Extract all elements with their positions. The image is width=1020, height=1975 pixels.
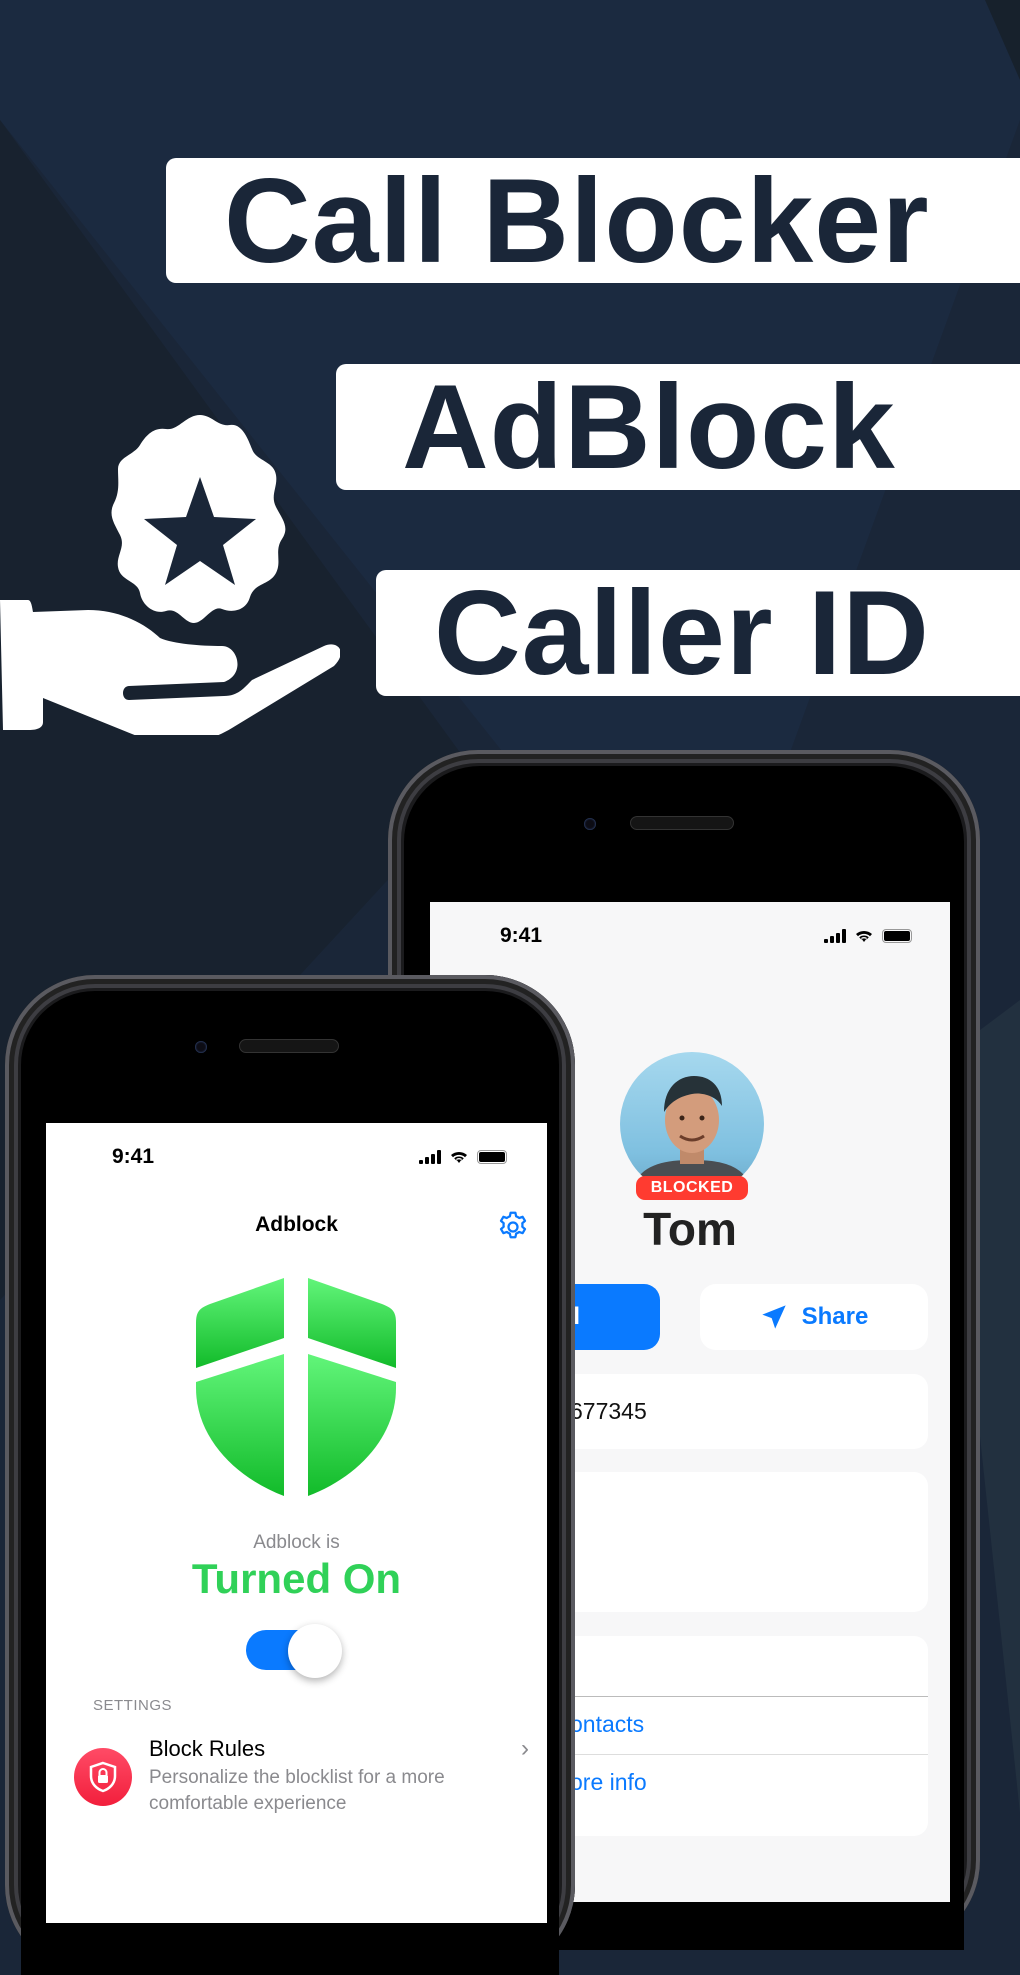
adblock-status-value: Turned On — [191, 1555, 402, 1602]
gear-icon[interactable] — [495, 1209, 531, 1245]
shield-icon — [196, 1278, 396, 1496]
share-button[interactable]: Share — [700, 1284, 928, 1350]
adblock-status-label: Adblock is — [253, 1532, 340, 1553]
hand-holding-star-badge-icon — [0, 415, 340, 735]
adblock-phone: 9:41 Adblock Adblock is Turned On SETTIN… — [5, 975, 575, 1975]
chevron-right-icon: › — [521, 1735, 529, 1762]
status-time: 9:41 — [500, 924, 543, 947]
person-photo — [630, 1076, 754, 1196]
cellular-signal-icon — [419, 1149, 441, 1164]
headline-caller-id: Caller ID — [376, 566, 1020, 700]
phone-number: 677345 — [570, 1398, 647, 1424]
adblock-toggle[interactable] — [246, 1624, 346, 1678]
status-time: 9:41 — [112, 1145, 155, 1168]
settings-section-header: SETTINGS — [93, 1697, 173, 1714]
wifi-icon — [451, 1151, 467, 1163]
headline-call-blocker: Call Blocker — [166, 154, 1020, 288]
status-bar: 9:41 — [46, 1123, 547, 1183]
nav-title: Adblock — [255, 1213, 338, 1236]
status-bar: 9:41 — [430, 902, 950, 962]
settings-item-title: Block Rules — [149, 1736, 266, 1761]
battery-icon — [477, 1149, 507, 1164]
status-icons — [419, 1149, 507, 1164]
headline-text: Caller ID — [434, 566, 930, 700]
avatar — [620, 1052, 764, 1196]
front-camera — [195, 1041, 207, 1053]
settings-item-subtitle: Personalize the blocklist for a more com… — [149, 1767, 445, 1814]
headline-adblock: AdBlock — [336, 360, 1020, 494]
headline-text: Call Blocker — [224, 153, 930, 288]
link-label: ore info — [570, 1769, 647, 1795]
front-camera — [584, 818, 596, 830]
blocked-badge: BLOCKED — [636, 1176, 748, 1200]
toggle-knob — [288, 1624, 342, 1678]
status-icons — [824, 928, 912, 943]
battery-icon — [882, 928, 912, 943]
link-label: ontacts — [570, 1711, 645, 1737]
adblock-screen: 9:41 Adblock Adblock is Turned On SETTIN… — [46, 1123, 547, 1923]
earpiece-speaker — [239, 1039, 339, 1053]
headline-text: AdBlock — [402, 360, 896, 494]
cellular-signal-icon — [824, 928, 846, 943]
paper-plane-icon — [761, 1305, 786, 1329]
shield-lock-icon — [74, 1748, 132, 1806]
earpiece-speaker — [630, 816, 734, 830]
wifi-icon — [856, 930, 872, 942]
share-button-label: Share — [801, 1303, 869, 1330]
